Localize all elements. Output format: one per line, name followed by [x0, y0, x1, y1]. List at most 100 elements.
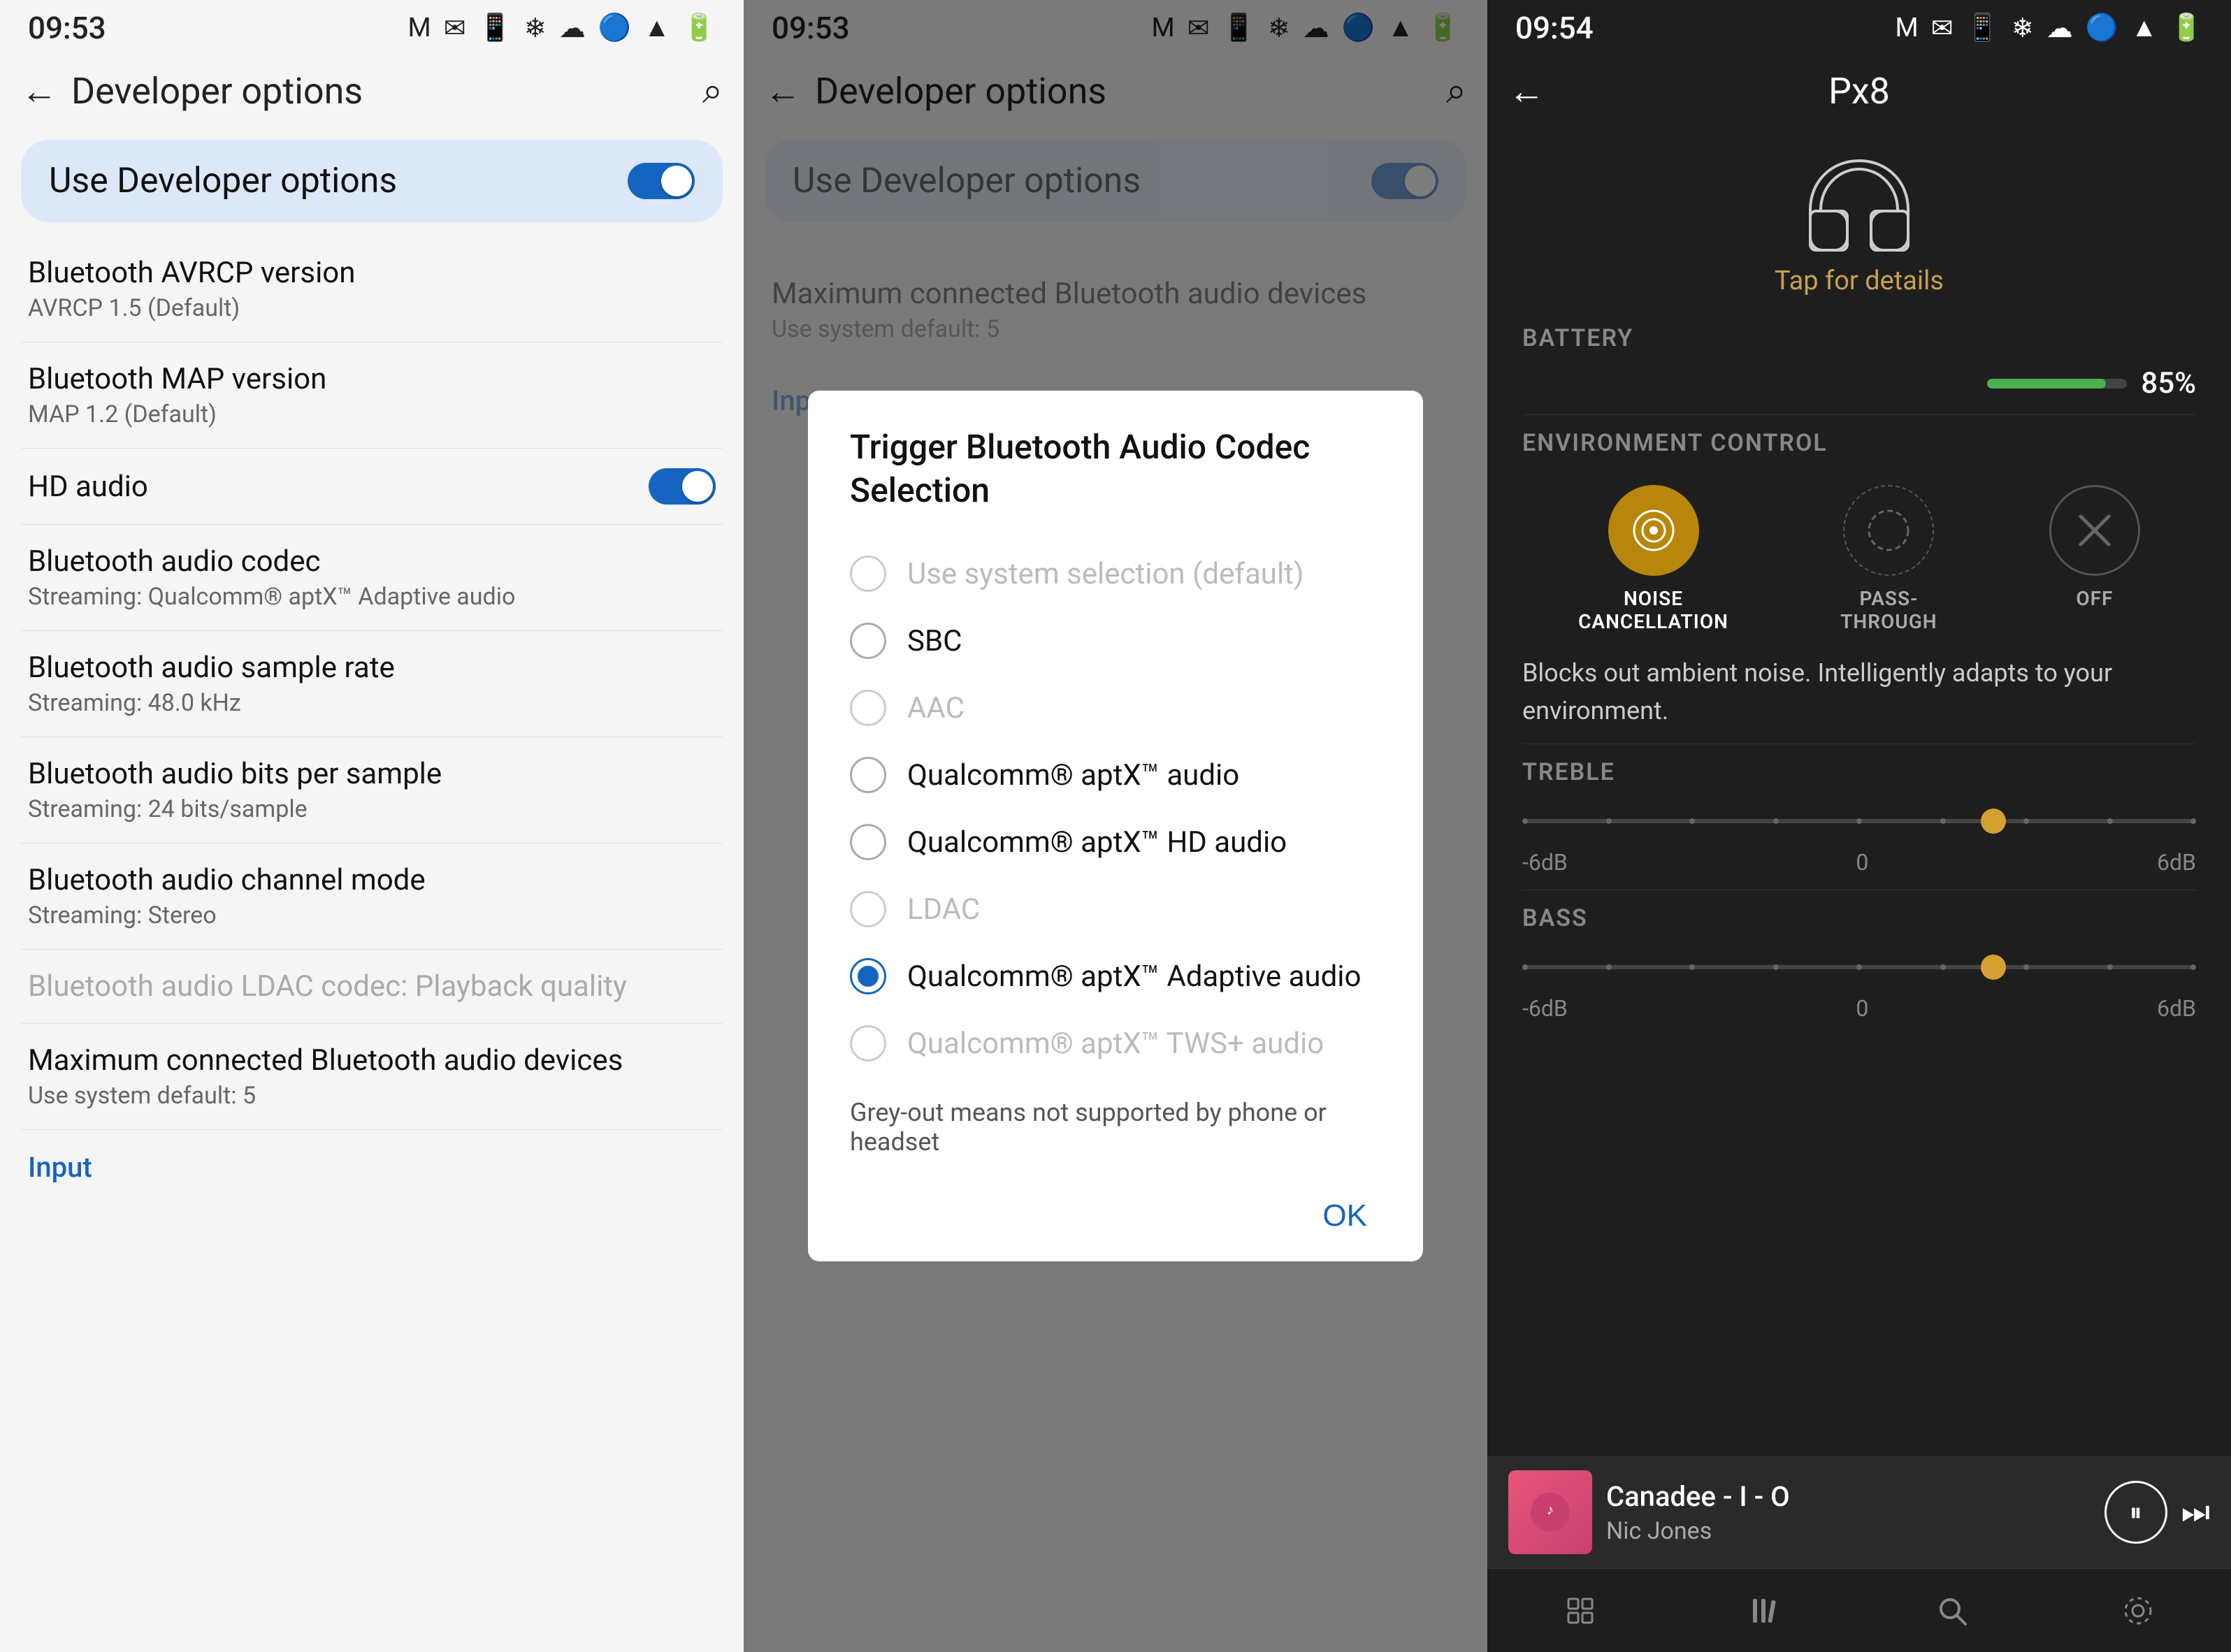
toolbar-3: ← Px8	[1487, 56, 2231, 126]
snowflake-icon-1: ❄	[524, 13, 547, 44]
settings-item-title-avrcp: Bluetooth AVRCP version	[28, 256, 716, 290]
settings-item-title-ldac: Bluetooth audio LDAC codec: Playback qua…	[28, 969, 716, 1003]
treble-track[interactable]	[1522, 819, 2196, 823]
track-artist: Nic Jones	[1606, 1517, 2091, 1545]
treble-thumb[interactable]	[1981, 809, 2006, 834]
treble-labels: -6dB 0 6dB	[1522, 849, 2196, 876]
cloud-icon-3: ☁	[2046, 13, 2073, 44]
back-button-3[interactable]: ←	[1508, 70, 1545, 113]
bluetooth-icon-3: 🔵	[2086, 13, 2118, 43]
snowflake-icon-3: ❄	[2012, 13, 2034, 44]
nav-item-settings[interactable]	[2121, 1593, 2156, 1628]
pause-icon: ⏸	[2130, 1498, 2142, 1528]
back-button-1[interactable]: ←	[21, 70, 57, 113]
settings-item-max-devices[interactable]: Maximum connected Bluetooth audio device…	[21, 1024, 723, 1130]
bass-dot-7	[2023, 964, 2029, 970]
off-button[interactable]	[2049, 485, 2140, 576]
bass-label: BASS	[1522, 904, 2196, 932]
now-playing-bar[interactable]: ♪ Canadee - I - O Nic Jones ⏸ ⏭	[1487, 1456, 2231, 1568]
radio-aptx-adaptive[interactable]	[850, 958, 886, 994]
bass-dot-2	[1606, 964, 1612, 970]
settings-item-title-channel: Bluetooth audio channel mode	[28, 863, 716, 897]
battery-percent: 85%	[2141, 366, 2196, 400]
track-title: Canadee - I - O	[1606, 1480, 2091, 1513]
radio-label-ldac: LDAC	[907, 892, 980, 927]
battery-row: 85%	[1487, 359, 2231, 414]
radio-use-system[interactable]	[850, 556, 886, 592]
battery-icon-1: 🔋	[683, 13, 716, 43]
album-art-icon: ♪	[1529, 1491, 1571, 1533]
radio-item-aptx-adaptive[interactable]: Qualcomm® aptX™ Adaptive audio	[850, 943, 1381, 1010]
hd-audio-toggle[interactable]	[649, 468, 716, 505]
headphone-svg-icon[interactable]	[1796, 147, 1922, 259]
radio-item-aptx-tws[interactable]: Qualcomm® aptX™ TWS+ audio	[850, 1010, 1381, 1077]
treble-max-label: 6dB	[2157, 849, 2196, 876]
next-button[interactable]: ⏭	[2181, 1493, 2210, 1532]
search-button-1[interactable]: ⌕	[702, 69, 723, 113]
settings-item-title-sample-rate: Bluetooth audio sample rate	[28, 651, 716, 685]
album-art: ♪	[1508, 1470, 1592, 1554]
dev-options-label-1: Use Developer options	[49, 161, 397, 201]
battery-bar-fill	[1987, 379, 2106, 389]
env-item-pass-through[interactable]: PASS-THROUGH	[1840, 485, 1937, 633]
treble-dot-7	[2023, 818, 2029, 824]
toolbar-title-3: Px8	[1559, 70, 2160, 113]
settings-item-hd-audio[interactable]: HD audio	[21, 449, 723, 525]
pass-through-button[interactable]	[1843, 485, 1934, 576]
radio-item-sbc[interactable]: SBC	[850, 607, 1381, 674]
pause-button[interactable]: ⏸	[2104, 1481, 2167, 1544]
radio-sbc[interactable]	[850, 623, 886, 659]
bass-dot-4	[1773, 964, 1779, 970]
env-description: Blocks out ambient noise. Intelligently …	[1487, 654, 2231, 744]
settings-item-subtitle-codec: Streaming: Qualcomm® aptX™ Adaptive audi…	[28, 583, 716, 611]
settings-item-channel[interactable]: Bluetooth audio channel mode Streaming: …	[21, 843, 723, 950]
bass-slider-container[interactable]	[1522, 946, 2196, 988]
radio-item-aptx-hd[interactable]: Qualcomm® aptX™ HD audio	[850, 809, 1381, 876]
radio-aptx[interactable]	[850, 757, 886, 793]
dialog-actions: OK	[850, 1178, 1381, 1240]
noise-cancellation-label: NOISECANCELLATION	[1578, 587, 1728, 633]
radio-aptx-hd[interactable]	[850, 824, 886, 860]
radio-item-aptx[interactable]: Qualcomm® aptX™ audio	[850, 741, 1381, 809]
treble-section: TREBLE -6dB 0 6dB	[1487, 744, 2231, 890]
mail-icon-1: M	[408, 13, 431, 43]
treble-slider-container[interactable]	[1522, 800, 2196, 842]
env-item-noise-cancellation[interactable]: NOISECANCELLATION	[1578, 485, 1728, 633]
dev-options-row-1[interactable]: Use Developer options	[21, 140, 723, 222]
treble-dot-1	[1522, 818, 1528, 824]
noise-cancellation-button[interactable]	[1608, 485, 1699, 576]
environment-control: NOISECANCELLATION PASS-THROUGH OFF	[1487, 464, 2231, 654]
tap-details-link[interactable]: Tap for details	[1775, 266, 1944, 296]
nav-item-library[interactable]	[1749, 1593, 1784, 1628]
radio-item-ldac[interactable]: LDAC	[850, 876, 1381, 943]
pass-through-label: PASS-THROUGH	[1840, 587, 1937, 633]
radio-item-0[interactable]: Use system selection (default)	[850, 540, 1381, 607]
settings-item-codec[interactable]: Bluetooth audio codec Streaming: Qualcom…	[21, 525, 723, 631]
settings-item-avrcp[interactable]: Bluetooth AVRCP version AVRCP 1.5 (Defau…	[21, 236, 723, 342]
settings-item-bits[interactable]: Bluetooth audio bits per sample Streamin…	[21, 737, 723, 843]
bass-thumb[interactable]	[1981, 955, 2006, 980]
radio-aptx-tws[interactable]	[850, 1025, 886, 1062]
bass-track[interactable]	[1522, 965, 2196, 969]
bass-labels: -6dB 0 6dB	[1522, 995, 2196, 1022]
bottom-nav	[1487, 1568, 2231, 1652]
settings-item-subtitle-bits: Streaming: 24 bits/sample	[28, 795, 716, 823]
radio-aac[interactable]	[850, 690, 886, 726]
settings-item-title-map: Bluetooth MAP version	[28, 362, 716, 396]
dev-options-toggle-1[interactable]	[628, 163, 695, 199]
off-icon	[2070, 506, 2119, 555]
settings-item-subtitle-channel: Streaming: Stereo	[28, 901, 716, 929]
treble-min-label: -6dB	[1522, 849, 1568, 876]
status-icons-1: M ✉ 📱 ❄ ☁ 🔵 ▲ 🔋	[408, 13, 716, 44]
radio-ldac[interactable]	[850, 891, 886, 927]
nav-item-home[interactable]	[1563, 1593, 1598, 1628]
battery-icon-3: 🔋	[2170, 13, 2203, 43]
dialog-ok-button[interactable]: OK	[1308, 1191, 1381, 1240]
settings-item-sample-rate[interactable]: Bluetooth audio sample rate Streaming: 4…	[21, 631, 723, 737]
env-item-off[interactable]: OFF	[2049, 485, 2140, 610]
bass-dot-8	[2107, 964, 2113, 970]
nav-item-search[interactable]	[1935, 1593, 1970, 1628]
radio-item-aac[interactable]: AAC	[850, 674, 1381, 741]
settings-item-map[interactable]: Bluetooth MAP version MAP 1.2 (Default)	[21, 342, 723, 449]
panel-developer-options-1: 09:53 M ✉ 📱 ❄ ☁ 🔵 ▲ 🔋 ← Developer option…	[0, 0, 744, 1652]
